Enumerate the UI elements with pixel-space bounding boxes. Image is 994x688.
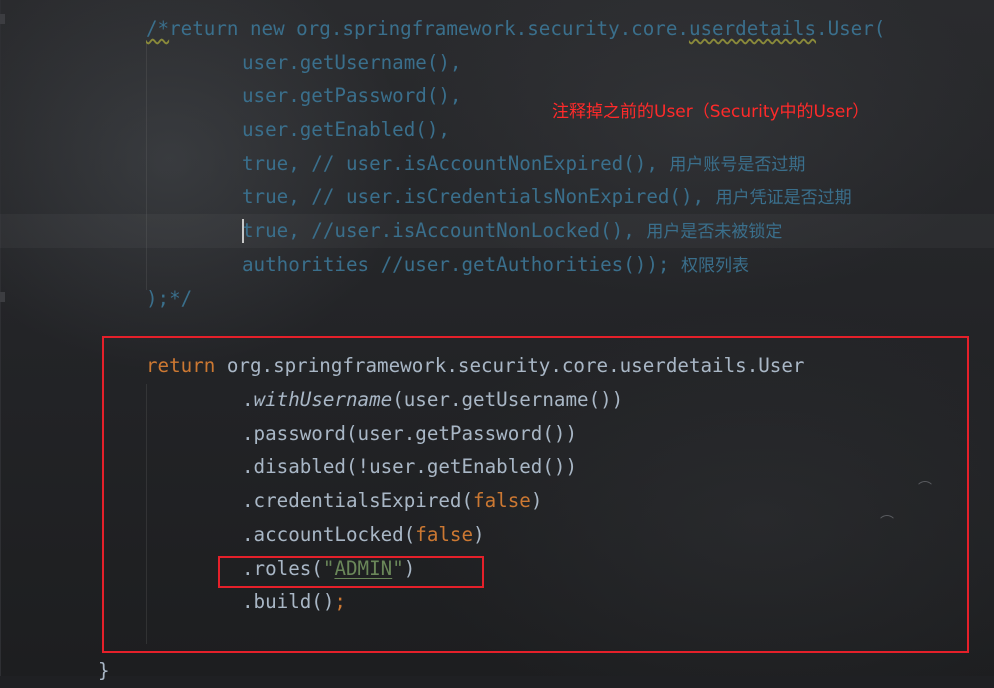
highlight-box-new-code [102, 336, 969, 653]
code-line-6[interactable]: true, // user.isCredentialsNonExpired(),… [242, 180, 852, 214]
code-line-8[interactable]: authorities //user.getAuthorities()); 权限… [242, 248, 749, 282]
code-line-4[interactable]: user.getEnabled(), [242, 113, 450, 147]
fold-marker [0, 14, 5, 24]
code-line-2[interactable]: user.getUsername(), [242, 46, 462, 80]
fold-marker [0, 292, 5, 302]
indent-guide [146, 40, 147, 290]
text-cursor [242, 219, 244, 243]
annotation-note: 注释掉之前的User（Security中的User） [552, 102, 870, 122]
code-line-3[interactable]: user.getPassword(), [242, 79, 462, 113]
closing-brace: } [98, 659, 110, 682]
code-line-1[interactable]: /*return new org.springframework.securit… [146, 12, 885, 46]
bird-silhouette: ⌒ [918, 481, 932, 497]
code-line-7[interactable]: true, //user.isAccountNonLocked(), 用户是否未… [242, 214, 782, 248]
code-line-9[interactable]: );*/ [146, 282, 192, 316]
gutter-edge [0, 0, 1, 676]
highlight-box-roles [218, 556, 484, 588]
bird-silhouette: ⌒ [880, 515, 894, 531]
code-line-5[interactable]: true, // user.isAccountNonExpired(), 用户账… [242, 147, 805, 181]
